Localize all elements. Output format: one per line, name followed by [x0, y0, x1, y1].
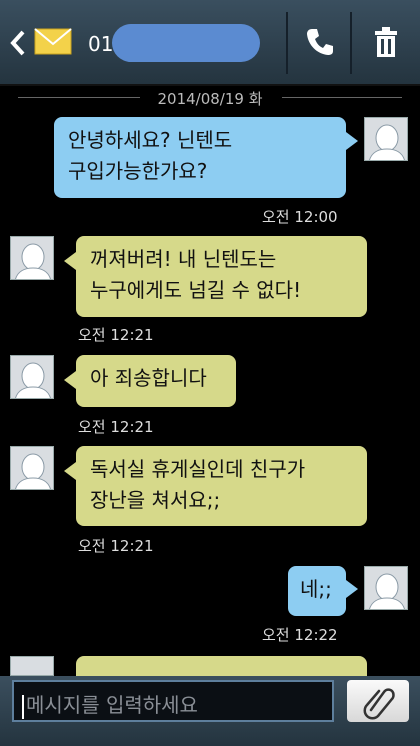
message-bubble-received[interactable]: 독서실 휴게실인데 친구가 장난을 쳐서요;;	[76, 446, 367, 526]
avatar	[10, 656, 54, 676]
paperclip-icon	[363, 688, 395, 720]
message-timestamp: 오전 12:21	[78, 326, 154, 344]
message-text-line: 네;;	[300, 577, 332, 601]
message-text-line: 독서실 휴게실인데 친구가	[90, 457, 306, 481]
message-timestamp: 오전 12:00	[262, 208, 338, 226]
bubble-tail	[64, 462, 76, 480]
date-divider-line	[282, 97, 402, 98]
avatar[interactable]	[10, 355, 54, 399]
message-input-placeholder: 메시지를 입력하세요	[26, 693, 198, 717]
message-text-line: 안녕하세요? 닌텐도	[68, 128, 233, 152]
message-timestamp: 오전 12:21	[78, 537, 154, 555]
message-text-line: 꺼져버려! 내 닌텐도는	[90, 247, 277, 271]
message-text-line: 누구에게도 넘길 수 없다!	[90, 278, 302, 302]
avatar[interactable]	[364, 117, 408, 161]
bubble-tail	[346, 132, 358, 150]
bubble-tail	[64, 252, 76, 270]
phone-icon[interactable]	[304, 26, 336, 58]
bubble-tail	[64, 371, 76, 389]
default-avatar-icon	[369, 573, 405, 609]
back-arrow-icon[interactable]	[8, 28, 28, 58]
header-divider	[350, 12, 352, 74]
message-timestamp: 오전 12:21	[78, 418, 154, 436]
message-bubble-sent[interactable]: 네;;	[288, 566, 346, 616]
conversation-header: 01	[0, 0, 420, 86]
message-text-line: 구입가능한가요?	[68, 159, 208, 183]
message-bubble-sent[interactable]: 안녕하세요? 닌텐도 구입가능한가요?	[54, 117, 346, 198]
default-avatar-icon	[15, 243, 51, 279]
message-bubble-received[interactable]: 아 죄송합니다	[76, 355, 236, 407]
message-text-line: 장난을 쳐서요;;	[90, 488, 221, 512]
message-bubble-received-partial	[76, 656, 367, 676]
date-separator: 2014/08/19 화	[157, 90, 263, 108]
avatar[interactable]	[364, 566, 408, 610]
default-avatar-icon	[369, 124, 405, 160]
trash-icon[interactable]	[372, 26, 400, 58]
default-avatar-icon	[15, 362, 51, 398]
default-avatar-icon	[15, 453, 51, 489]
redacted-number-overlay	[112, 24, 260, 62]
avatar[interactable]	[10, 446, 54, 490]
avatar[interactable]	[10, 236, 54, 280]
message-text-line: 아 죄송합니다	[90, 366, 207, 390]
message-bubble-received[interactable]: 꺼져버려! 내 닌텐도는 누구에게도 넘길 수 없다!	[76, 236, 367, 317]
message-input[interactable]: 메시지를 입력하세요	[12, 680, 334, 722]
envelope-icon	[34, 28, 72, 55]
bubble-tail	[346, 580, 358, 598]
attach-button[interactable]	[347, 680, 409, 722]
message-timestamp: 오전 12:22	[262, 626, 338, 644]
text-cursor	[22, 694, 24, 719]
header-divider	[286, 12, 288, 74]
contact-number: 01	[88, 32, 114, 56]
